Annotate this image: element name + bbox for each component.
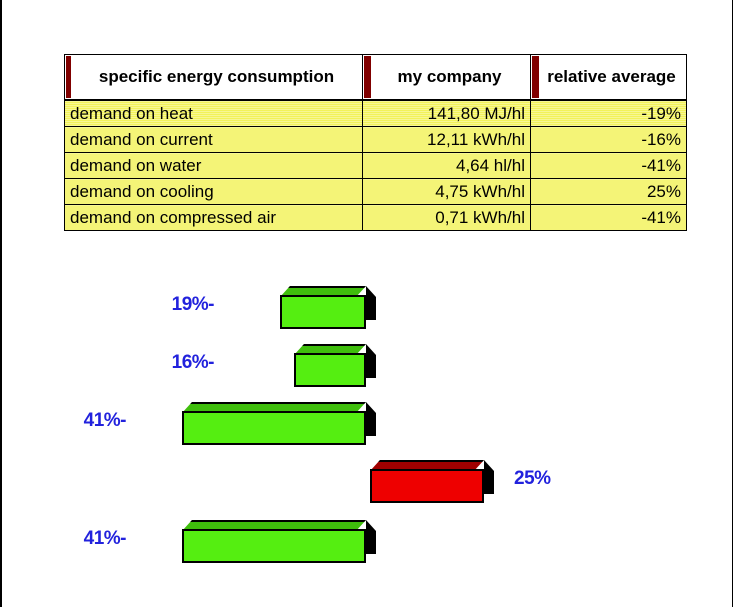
- bar-demand-on-water[interactable]: [182, 402, 376, 445]
- bar-value-label: 41%-: [83, 410, 127, 431]
- bar-front-face: [280, 295, 366, 329]
- energy-consumption-table-container: specific energy consumption my company r…: [64, 54, 687, 231]
- chart-row-demand-on-cooling: 25%: [2, 446, 732, 504]
- cell-my-company-value: 4,64 hl/hl: [362, 152, 531, 179]
- cell-my-company-value: 12,11 kWh/hl: [362, 126, 531, 153]
- table-row: demand on heat 141,80 MJ/hl -19%: [64, 99, 687, 127]
- cell-consumption-name: demand on compressed air: [64, 204, 363, 231]
- bar-side-face: [366, 520, 376, 554]
- column-header-label: my company: [397, 67, 502, 86]
- chart-row-demand-on-heat: 19%-: [2, 272, 732, 330]
- bar-side-face: [366, 286, 376, 320]
- cell-consumption-name: demand on current: [64, 126, 363, 153]
- column-header-label: relative average: [547, 67, 676, 86]
- chart-row-demand-on-compressed-air: 41%-: [2, 506, 732, 564]
- cell-relative-average: 25%: [530, 178, 687, 205]
- cell-my-company-value: 0,71 kWh/hl: [362, 204, 531, 231]
- column-header-relative-average[interactable]: relative average: [530, 54, 687, 101]
- bar-value-label: 41%-: [83, 528, 127, 549]
- bar-side-face: [484, 460, 494, 494]
- table-row: demand on water 4,64 hl/hl -41%: [64, 152, 687, 179]
- cell-relative-average: -41%: [530, 152, 687, 179]
- cell-consumption-name: demand on cooling: [64, 178, 363, 205]
- table-row: demand on compressed air 0,71 kWh/hl -41…: [64, 204, 687, 231]
- bar-value-label: 16%-: [171, 352, 215, 373]
- relative-average-bar-chart: 19%- 16%- 41%- 25% 41%-: [2, 258, 732, 588]
- bar-demand-on-compressed-air[interactable]: [182, 520, 376, 563]
- table-row: demand on current 12,11 kWh/hl -16%: [64, 126, 687, 153]
- bar-front-face: [370, 469, 484, 503]
- energy-consumption-table: specific energy consumption my company r…: [64, 54, 687, 231]
- column-header-my-company[interactable]: my company: [362, 54, 531, 101]
- chart-row-demand-on-water: 41%-: [2, 388, 732, 446]
- table-row: demand on cooling 4,75 kWh/hl 25%: [64, 178, 687, 205]
- table-header: specific energy consumption my company r…: [64, 54, 687, 101]
- cell-relative-average: -41%: [530, 204, 687, 231]
- cell-relative-average: -19%: [530, 99, 687, 127]
- cell-consumption-name: demand on heat: [64, 99, 363, 127]
- bar-value-label: 25%: [514, 468, 551, 489]
- cell-relative-average: -16%: [530, 126, 687, 153]
- cell-my-company-value: 4,75 kWh/hl: [362, 178, 531, 205]
- bar-front-face: [294, 353, 366, 387]
- bar-side-face: [366, 402, 376, 436]
- column-header-label: specific energy consumption: [98, 67, 335, 86]
- header-accent-bar: [66, 56, 71, 98]
- cell-my-company-value: 141,80 MJ/hl: [362, 99, 531, 127]
- bar-demand-on-current[interactable]: [294, 344, 376, 387]
- chart-row-demand-on-current: 16%-: [2, 330, 732, 388]
- table-body: demand on heat 141,80 MJ/hl -19% demand …: [64, 99, 687, 231]
- bar-value-label: 19%-: [171, 294, 215, 315]
- bar-side-face: [366, 344, 376, 378]
- bar-demand-on-cooling[interactable]: [370, 460, 494, 503]
- header-accent-bar: [532, 56, 539, 98]
- cell-consumption-name: demand on water: [64, 152, 363, 179]
- bar-demand-on-heat[interactable]: [280, 286, 376, 329]
- header-accent-bar: [364, 56, 371, 98]
- bar-front-face: [182, 411, 366, 445]
- column-header-specific-energy-consumption[interactable]: specific energy consumption: [64, 54, 363, 101]
- bar-front-face: [182, 529, 366, 563]
- table-header-row: specific energy consumption my company r…: [64, 54, 687, 101]
- screenshot-canvas: specific energy consumption my company r…: [0, 0, 733, 607]
